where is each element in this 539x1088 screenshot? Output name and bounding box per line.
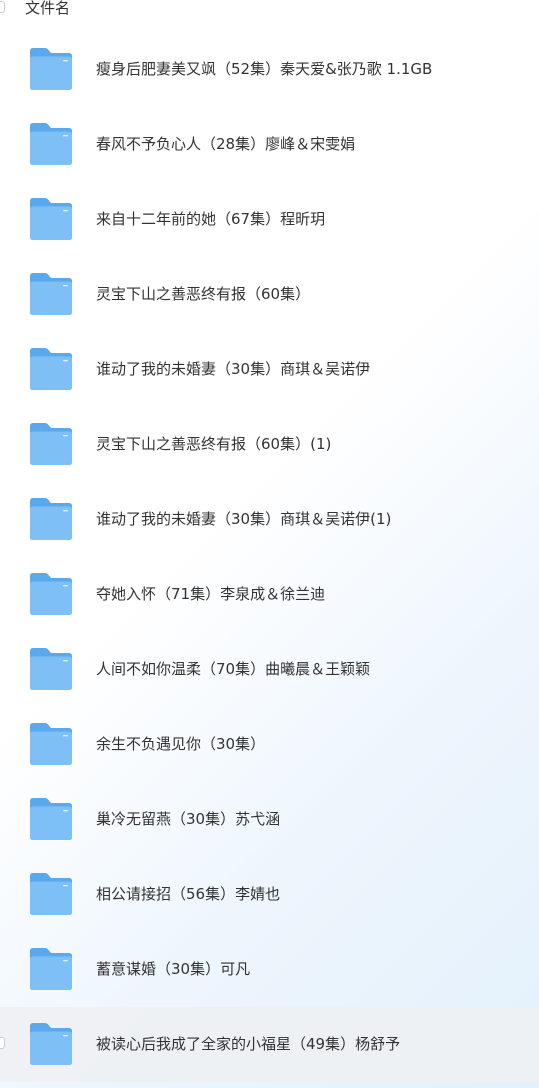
folder-icon bbox=[28, 872, 74, 916]
folder-icon bbox=[28, 347, 74, 391]
list-item[interactable]: 相公请接招（56集）李婧也 bbox=[0, 857, 539, 932]
folder-name[interactable]: 灵宝下山之善恶终有报（60集）(1) bbox=[96, 433, 331, 455]
folder-name[interactable]: 来自十二年前的她（67集）程昕玥 bbox=[96, 208, 325, 230]
folder-name[interactable]: 夺她入怀（71集）李泉成＆徐兰迪 bbox=[96, 583, 325, 605]
select-all-checkbox[interactable] bbox=[0, 1, 5, 13]
folder-icon bbox=[28, 722, 74, 766]
list-item[interactable]: 春风不予负心人（28集）廖峰＆宋雯娟 bbox=[0, 107, 539, 182]
column-header-filename[interactable]: 文件名 bbox=[25, 0, 70, 18]
list-item[interactable]: 人间不如你温柔（70集）曲曦晨＆王颖颖 bbox=[0, 632, 539, 707]
folder-icon bbox=[28, 47, 74, 91]
folder-icon bbox=[28, 797, 74, 841]
folder-name[interactable]: 谁动了我的未婚妻（30集）商琪＆吴诺伊(1) bbox=[96, 508, 391, 530]
list-item[interactable]: 谁动了我的未婚妻（30集）商琪＆吴诺伊(1) bbox=[0, 482, 539, 557]
folder-name[interactable]: 巢冷无留燕（30集）苏弋涵 bbox=[96, 808, 280, 830]
folder-icon bbox=[28, 422, 74, 466]
folder-icon bbox=[28, 272, 74, 316]
folder-icon bbox=[28, 497, 74, 541]
folder-name[interactable]: 被读心后我成了全家的小福星（49集）杨舒予 bbox=[96, 1033, 400, 1055]
list-item[interactable]: 灵宝下山之善恶终有报（60集） bbox=[0, 257, 539, 332]
folder-name[interactable]: 瘦身后肥妻美又飒（52集）秦天爱&张乃歌 1.1GB bbox=[96, 58, 432, 80]
file-list-header: 文件名 bbox=[0, 0, 539, 18]
list-item[interactable]: 瘦身后肥妻美又飒（52集）秦天爱&张乃歌 1.1GB bbox=[0, 32, 539, 107]
list-item[interactable]: 蓄意谋婚（30集）可凡 bbox=[0, 932, 539, 1007]
folder-name[interactable]: 相公请接招（56集）李婧也 bbox=[96, 883, 280, 905]
folder-name[interactable]: 蓄意谋婚（30集）可凡 bbox=[96, 958, 250, 980]
list-item[interactable]: 来自十二年前的她（67集）程昕玥 bbox=[0, 182, 539, 257]
folder-name[interactable]: 人间不如你温柔（70集）曲曦晨＆王颖颖 bbox=[96, 658, 370, 680]
folder-name[interactable]: 春风不予负心人（28集）廖峰＆宋雯娟 bbox=[96, 133, 355, 155]
list-item[interactable]: 被读心后我成了全家的小福星（49集）杨舒予 bbox=[0, 1007, 539, 1082]
folder-icon bbox=[28, 1022, 74, 1066]
folder-name[interactable]: 余生不负遇见你（30集） bbox=[96, 733, 265, 755]
list-item[interactable]: 巢冷无留燕（30集）苏弋涵 bbox=[0, 782, 539, 857]
file-list: 瘦身后肥妻美又飒（52集）秦天爱&张乃歌 1.1GB 春风不予负心人（28集）廖… bbox=[0, 32, 539, 1082]
folder-icon bbox=[28, 947, 74, 991]
list-item[interactable]: 灵宝下山之善恶终有报（60集）(1) bbox=[0, 407, 539, 482]
folder-icon bbox=[28, 647, 74, 691]
folder-icon bbox=[28, 572, 74, 616]
folder-icon bbox=[28, 122, 74, 166]
folder-icon bbox=[28, 197, 74, 241]
list-item[interactable]: 谁动了我的未婚妻（30集）商琪＆吴诺伊 bbox=[0, 332, 539, 407]
list-item[interactable]: 夺她入怀（71集）李泉成＆徐兰迪 bbox=[0, 557, 539, 632]
folder-name[interactable]: 灵宝下山之善恶终有报（60集） bbox=[96, 283, 310, 305]
folder-name[interactable]: 谁动了我的未婚妻（30集）商琪＆吴诺伊 bbox=[96, 358, 370, 380]
list-item[interactable]: 余生不负遇见你（30集） bbox=[0, 707, 539, 782]
row-checkbox[interactable] bbox=[0, 1037, 5, 1049]
